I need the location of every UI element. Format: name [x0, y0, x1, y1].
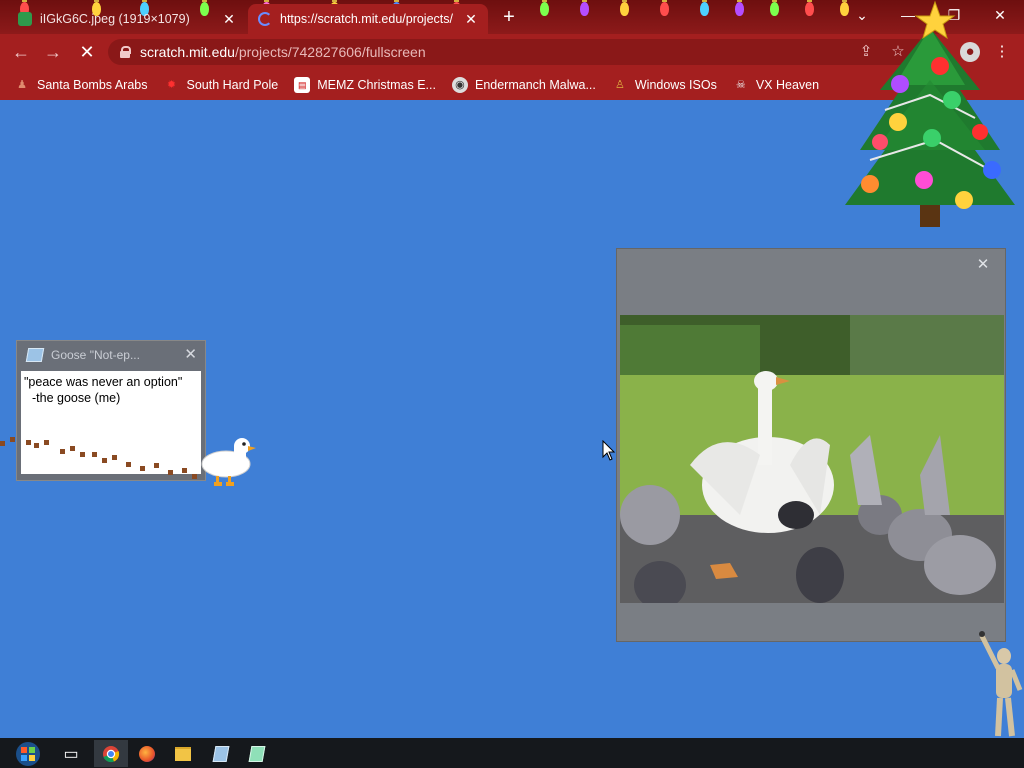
task-view-icon: ▭	[63, 745, 79, 763]
url-path: /projects/742827606/fullscreen	[234, 44, 426, 60]
lock-icon	[120, 46, 131, 58]
tab-scratch[interactable]: https://scratch.mit.edu/projects/ ✕	[248, 4, 488, 34]
bookmark-label: Endermanch Malwa...	[474, 78, 596, 92]
raccoon-icon: ◉	[451, 77, 468, 93]
bookmark-label: VX Heaven	[755, 78, 820, 92]
bookmark-label: Santa Bombs Arabs	[37, 78, 148, 92]
close-icon[interactable]: ✕	[222, 11, 236, 28]
new-tab-button[interactable]: +	[498, 6, 520, 28]
taskbar-notepad-2[interactable]	[240, 740, 274, 767]
video-popup-window[interactable]: ✕	[616, 248, 1006, 642]
loading-spinner-icon	[258, 12, 272, 26]
folder-icon	[175, 746, 191, 761]
bookmark-item[interactable]: ♙ Windows ISOs	[612, 77, 717, 93]
goose-sprite	[201, 438, 256, 486]
skull-icon: ☠	[735, 79, 746, 91]
goose-note-window[interactable]: Goose "Not-ep... ✕ "peace was never an o…	[16, 340, 206, 481]
windows-start-icon	[16, 741, 40, 766]
statue-image	[979, 631, 1023, 737]
url-host: scratch.mit.edu	[140, 44, 235, 60]
figure-icon: ♟	[17, 79, 27, 91]
bookmark-label: Windows ISOs	[634, 78, 717, 92]
task-view-button[interactable]: ▭	[54, 740, 88, 767]
notepad-icon	[248, 745, 266, 762]
taskbar-file-explorer[interactable]	[166, 740, 200, 767]
note-line: "peace was never an option"	[24, 375, 183, 389]
tab-image[interactable]: iIGkG6C.jpeg (1919×1079) ✕	[8, 4, 246, 34]
stop-loading-icon[interactable]: ✕	[76, 41, 98, 63]
note-line: -the goose (me)	[32, 391, 121, 405]
note-text[interactable]: "peace was never an option" -the goose (…	[21, 371, 201, 474]
close-icon[interactable]: ✕	[184, 345, 197, 363]
start-button[interactable]	[8, 740, 48, 767]
taskbar-chrome[interactable]	[94, 740, 128, 767]
person-icon: ♙	[614, 79, 625, 91]
taskbar-firefox[interactable]	[130, 740, 164, 767]
bookmark-label: MEMZ Christmas E...	[317, 78, 436, 92]
note-title: Goose "Not-ep...	[51, 348, 140, 362]
red-gear-icon: ✹	[166, 79, 177, 91]
image-file-icon	[18, 12, 32, 26]
bookmark-item[interactable]: ☠ VX Heaven	[733, 77, 819, 93]
close-icon[interactable]: ✕	[464, 11, 478, 28]
bookmark-item[interactable]: ▤ MEMZ Christmas E...	[294, 77, 436, 93]
taskbar-notepad[interactable]	[204, 740, 238, 767]
page-icon: ▤	[294, 77, 311, 93]
notepad-icon	[25, 348, 45, 362]
note-titlebar[interactable]: Goose "Not-ep...	[17, 341, 205, 369]
bookmark-item[interactable]: ◉ Endermanch Malwa...	[451, 77, 596, 93]
bookmark-item[interactable]: ♟ Santa Bombs Arabs	[14, 77, 147, 93]
tab-label: https://scratch.mit.edu/projects/	[280, 12, 453, 26]
mouse-cursor-icon	[602, 440, 616, 461]
address-bar[interactable]: scratch.mit.edu/projects/742827606/fulls…	[108, 39, 930, 65]
close-icon[interactable]: ✕	[971, 253, 995, 277]
goose-with-pigeons-video	[620, 315, 1004, 603]
firefox-icon	[139, 745, 155, 762]
taskbar: ▭	[0, 738, 1024, 768]
tab-label: iIGkG6C.jpeg (1919×1079)	[40, 12, 190, 26]
forward-arrow-icon[interactable]: →	[42, 41, 64, 63]
notepad-icon	[212, 745, 230, 762]
christmas-tree-image	[845, 0, 1015, 227]
chrome-icon	[103, 745, 120, 762]
bookmark-item[interactable]: ✹ South Hard Pole	[163, 77, 278, 93]
bookmark-label: South Hard Pole	[186, 78, 279, 92]
back-arrow-icon[interactable]: ←	[10, 41, 32, 63]
